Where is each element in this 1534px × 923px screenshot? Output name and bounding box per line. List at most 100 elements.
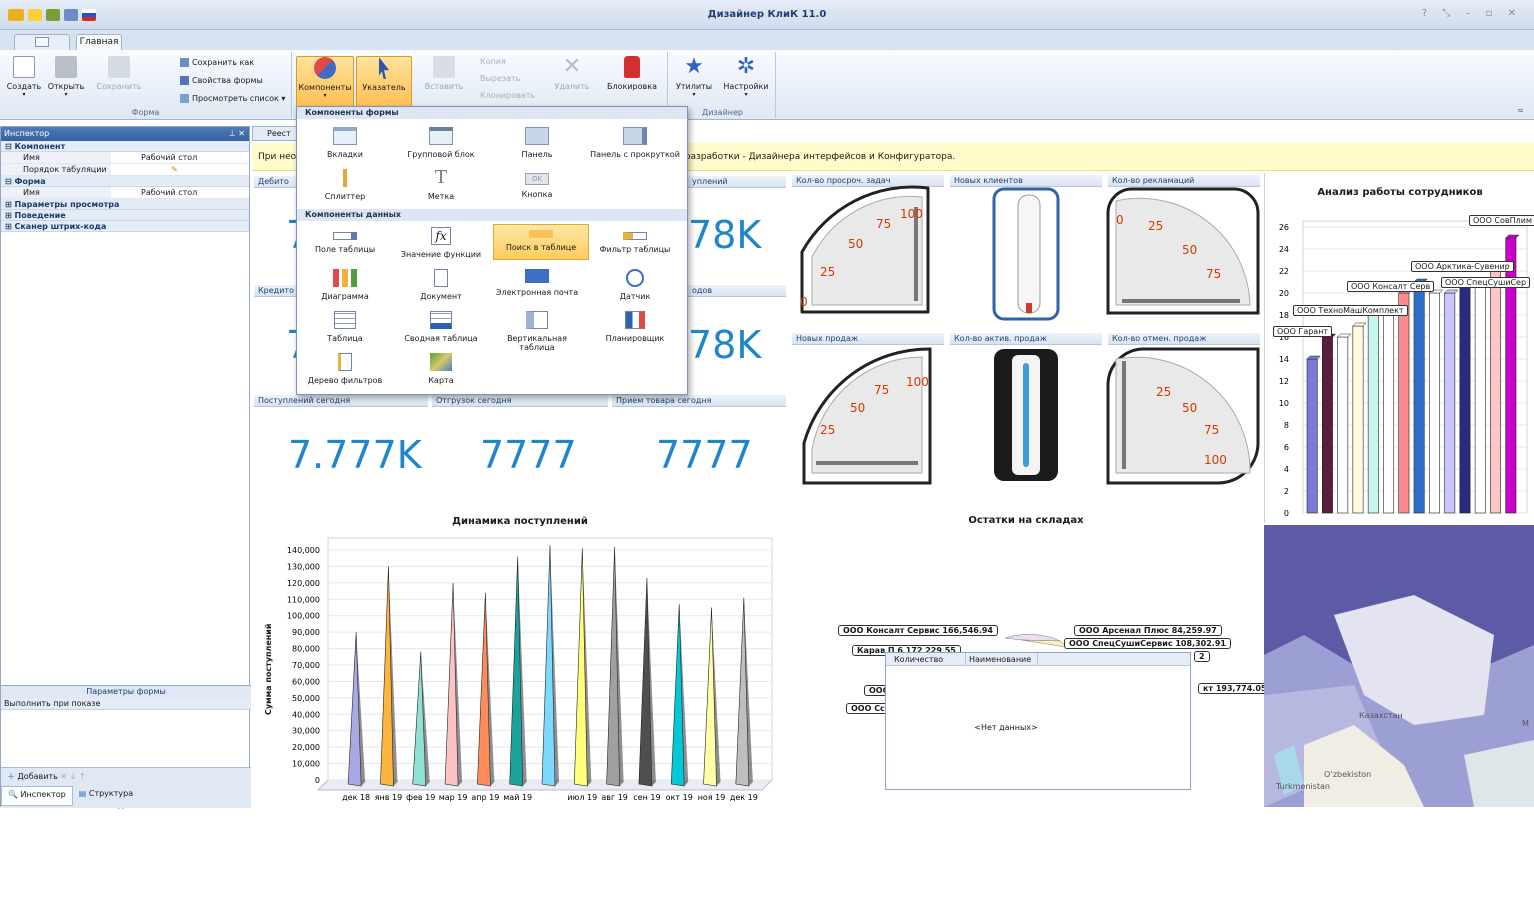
window-title: Дизайнер КлиК 11.0	[707, 9, 827, 20]
g4-75: 75	[874, 383, 890, 397]
lock-button[interactable]: Блокировка	[604, 56, 660, 91]
gauges-svg	[800, 185, 1260, 485]
category-view-params[interactable]: ⊞ Параметры просмотра	[1, 199, 249, 210]
bar	[1306, 358, 1318, 514]
col-quantity[interactable]: Количество	[886, 653, 966, 665]
folder-icon	[55, 56, 77, 78]
item-table-field[interactable]: Поле таблицы	[297, 227, 393, 254]
category-behavior[interactable]: ⊞ Поведение	[1, 210, 249, 221]
today-receipts-value: 7.777K	[288, 433, 422, 477]
bar	[1444, 292, 1456, 514]
pin-close-icons[interactable]: ⊥ ✕	[229, 127, 245, 141]
x-tick-label: окт 19	[666, 793, 693, 802]
kpi-number-2: 78K	[688, 213, 762, 257]
collapse-ribbon-icon[interactable]: ≈	[1517, 106, 1524, 115]
y-tick-label: 140,000	[287, 546, 320, 555]
item-panel[interactable]: Панель	[489, 127, 585, 159]
category-barcode[interactable]: ⊞ Сканер штрих-кода	[1, 221, 249, 232]
window-controls[interactable]: ? ⤡ – ▫ ✕	[1422, 8, 1522, 19]
down-icon[interactable]: ↓	[70, 772, 77, 781]
tabs-icon	[333, 127, 357, 145]
item-pivot-table[interactable]: Сводная таблица	[393, 311, 489, 343]
list-icon	[180, 94, 189, 103]
utilities-button[interactable]: ★ Утилиты ▾	[672, 56, 716, 99]
item-table[interactable]: Таблица	[297, 311, 393, 343]
floppy-icon	[108, 56, 130, 78]
app-button[interactable]	[14, 34, 70, 50]
save-as-button[interactable]: Сохранить как	[180, 58, 254, 67]
g6-25: 25	[1156, 385, 1172, 399]
y-tick-label: 70,000	[292, 661, 320, 670]
tab-inspector[interactable]: 🔍 Инспектор	[1, 786, 73, 806]
paste-button[interactable]: Вставить	[422, 56, 466, 91]
item-table-search[interactable]: Поиск в таблице	[493, 224, 589, 260]
item-document[interactable]: Документ	[393, 269, 489, 301]
emp-annotation: ООО Гарант	[1273, 326, 1333, 337]
delete-button[interactable]: ✕ Удалить	[550, 56, 594, 92]
remove-icon[interactable]: ✕	[60, 772, 67, 781]
data-table[interactable]: Количество Наименование <Нет данных>	[885, 652, 1191, 790]
item-gauge[interactable]: Датчик	[587, 269, 683, 301]
item-chart[interactable]: Диаграмма	[297, 269, 393, 301]
pie-label: ООО СпецСушиСервис 108,302.91	[1064, 638, 1231, 649]
settings-button[interactable]: ✲ Настройки ▾	[720, 54, 772, 99]
item-group-box[interactable]: Групповой блок	[393, 127, 489, 159]
components-dropdown[interactable]: Компоненты формы Вкладки Групповой блок …	[296, 106, 688, 395]
cut-button[interactable]: Вырезать	[480, 74, 520, 83]
y-tick-label: 18	[1279, 311, 1289, 320]
g4-50: 50	[850, 401, 866, 415]
pencil-icon[interactable]: ✎	[111, 164, 249, 175]
add-button[interactable]: ＋ Добавить ✕ ↓ ↑	[1, 768, 251, 786]
x-tick-label: дек 19	[730, 793, 758, 802]
category-component[interactable]: ⊟ Компонент	[1, 141, 249, 152]
search-icon: 🔍	[8, 790, 18, 799]
item-table-filter[interactable]: Фильтр таблицы	[587, 227, 683, 254]
map-panel[interactable]: Казахстан O‘zbekiston Turkmenistan M	[1264, 525, 1534, 807]
prop-row-form-name[interactable]: Имя Рабочий стол	[1, 187, 249, 199]
item-button[interactable]: OK Кнопка	[489, 169, 585, 199]
g6-100: 100	[1204, 453, 1227, 467]
up-icon[interactable]: ↑	[79, 772, 86, 781]
x-tick-label: май 19	[503, 793, 532, 802]
gear-icon: ✲	[736, 54, 756, 79]
item-scheduler[interactable]: Планировщик	[587, 311, 683, 343]
prop-row-tab-order[interactable]: Порядок табуляции ✎	[1, 164, 249, 176]
tab-home[interactable]: Главная	[76, 34, 122, 50]
g3-25: 25	[1148, 219, 1164, 233]
form-properties-icon	[180, 76, 189, 85]
y-tick-label: 110,000	[287, 595, 320, 604]
create-button[interactable]: Создать ▾	[2, 56, 46, 98]
y-tick-label: 40,000	[292, 710, 320, 719]
item-scroll-panel[interactable]: Панель с прокруткой	[587, 127, 683, 159]
copy-button[interactable]: Копия	[480, 57, 506, 66]
lock-icon	[624, 56, 640, 78]
employees-chart: Анализ работы сотрудников 26 24 22 20 18 16 14…	[1264, 173, 1534, 523]
save-button[interactable]: Сохранить	[92, 56, 146, 91]
item-map[interactable]: Карта	[393, 353, 489, 385]
item-label[interactable]: T Метка	[393, 169, 489, 202]
bar	[1337, 336, 1349, 514]
item-filter-tree[interactable]: Дерево фильтров	[297, 353, 393, 385]
prop-row-name[interactable]: Имя Рабочий стол	[1, 152, 249, 164]
name-value[interactable]: Рабочий стол	[111, 152, 249, 163]
category-form[interactable]: ⊟ Форма	[1, 176, 249, 187]
today-accept-title: Прием товара сегодня	[612, 395, 786, 407]
clone-button[interactable]: Клонировать	[480, 91, 535, 100]
open-button[interactable]: Открыть ▾	[44, 56, 88, 98]
y-tick-label: 10,000	[292, 760, 320, 769]
item-splitter[interactable]: Сплиттер	[297, 169, 393, 201]
section-form-components: Компоненты формы	[297, 107, 687, 119]
splitter-icon	[343, 169, 347, 187]
form-properties-button[interactable]: Свойства формы	[180, 76, 263, 85]
tab-structure[interactable]: ▤ Структура	[73, 786, 139, 806]
save-as-icon	[180, 58, 189, 67]
item-email[interactable]: Электронная почта	[489, 269, 585, 297]
item-vertical-table[interactable]: Вертикальная таблица	[489, 311, 585, 352]
item-function-value[interactable]: fx Значение функции	[393, 227, 489, 259]
bar	[1398, 292, 1410, 514]
run-on-show-row[interactable]: Выполнить при показе	[1, 698, 251, 710]
col-name[interactable]: Наименование	[966, 653, 1038, 665]
view-list-button[interactable]: Просмотреть список ▾	[180, 94, 285, 103]
item-tabs[interactable]: Вкладки	[297, 127, 393, 159]
x-tick-label: дек 18	[342, 793, 370, 802]
